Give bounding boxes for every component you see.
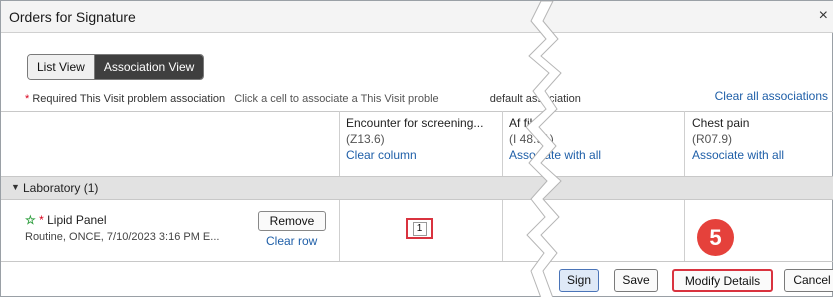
orders-for-signature-dialog: Orders for Signature × List View Associa… — [0, 0, 833, 297]
torn-edge-shape — [525, 1, 562, 297]
torn-edge-graphic — [525, 1, 562, 297]
